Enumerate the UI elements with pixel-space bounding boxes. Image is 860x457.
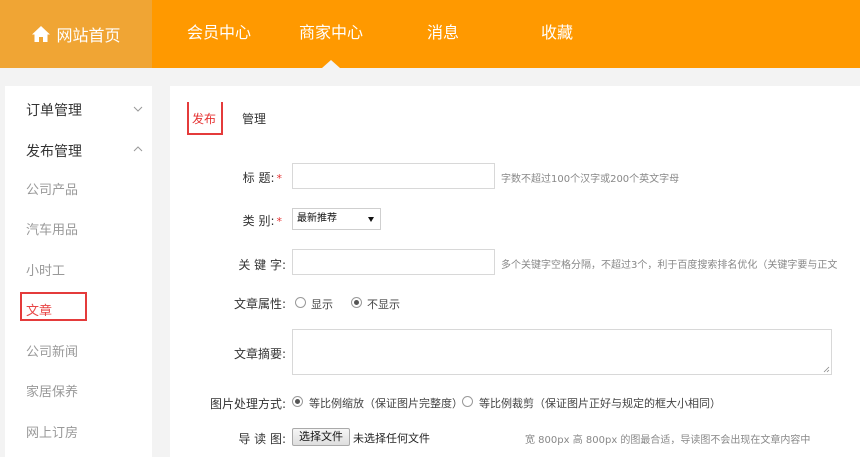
title-hint: 字数不超过100个汉字或200个英文字母 <box>501 174 680 185</box>
home-icon <box>32 26 51 42</box>
sidebar-group-orders[interactable]: 订单管理 <box>26 100 82 120</box>
tab-publish[interactable]: 发布 <box>192 110 216 127</box>
summary-label: 文章摘要: <box>233 347 286 361</box>
image-mode-scale-radio[interactable] <box>292 396 303 407</box>
thumbnail-hint: 宽 800px 高 800px 的图最合适，导读图不会出现在文章内容中 <box>525 435 811 446</box>
image-mode-label: 图片处理方式: <box>209 397 286 411</box>
title-label-text: 标 题: <box>242 171 275 185</box>
keywords-label: 关 键 字: <box>238 258 286 272</box>
image-mode-crop-label[interactable]: 等比例裁剪（保证图片正好与规定的框大小相同） <box>479 395 721 411</box>
sidebar-active-highlight <box>20 292 87 321</box>
thumbnail-label: 导 读 图: <box>238 432 286 446</box>
sidebar-item-auto-supplies[interactable]: 汽车用品 <box>26 219 78 238</box>
category-label-text: 类 别: <box>242 214 275 228</box>
attribute-show-radio[interactable] <box>295 297 306 308</box>
sidebar-item-company-news[interactable]: 公司新闻 <box>26 341 78 360</box>
nav-merchant-center[interactable]: 商家中心 <box>281 0 381 68</box>
sidebar-group-publish[interactable]: 发布管理 <box>26 141 82 161</box>
choose-file-button[interactable]: 选择文件 <box>292 428 350 446</box>
title-required-mark: * <box>276 172 283 185</box>
sidebar-item-company-products[interactable]: 公司产品 <box>26 179 78 198</box>
nav-home-label: 网站首页 <box>56 26 121 45</box>
keywords-hint: 多个关键字空格分隔，不超过3个，利于百度搜索排名优化（关键字要与正文 <box>501 260 838 271</box>
category-required-mark: * <box>276 215 283 228</box>
attribute-hide-label[interactable]: 不显示 <box>367 296 400 312</box>
sidebar: 订单管理 发布管理 公司产品 汽车用品 小时工 文章 公司新闻 家居保养 网上订… <box>5 86 152 457</box>
category-selected-value: 最新推荐 <box>297 213 337 224</box>
keywords-input[interactable] <box>292 249 495 275</box>
main-panel: 发布 管理 标 题: * 字数不超过100个汉字或200个英文字母 类 别: * 最… <box>170 86 860 457</box>
attribute-show-label[interactable]: 显示 <box>311 296 333 312</box>
category-select[interactable]: 最新推荐 <box>292 208 381 230</box>
nav-favorites[interactable]: 收藏 <box>507 0 607 68</box>
chevron-down-icon[interactable] <box>133 104 143 114</box>
sidebar-item-hotel-booking[interactable]: 网上订房 <box>26 422 78 441</box>
chevron-up-icon[interactable] <box>133 144 143 154</box>
attribute-hide-radio[interactable] <box>351 297 362 308</box>
attribute-label: 文章属性: <box>233 297 286 311</box>
top-nav-bar: 网站首页 会员中心 商家中心 消息 收藏 <box>0 0 860 68</box>
category-label: 类 别: * <box>210 212 282 229</box>
nav-messages[interactable]: 消息 <box>393 0 493 68</box>
sidebar-item-hourly-worker[interactable]: 小时工 <box>26 260 65 279</box>
nav-active-indicator <box>322 60 340 68</box>
file-status-text: 未选择任何文件 <box>353 432 430 445</box>
tab-manage[interactable]: 管理 <box>242 110 266 127</box>
title-label: 标 题: * <box>210 169 282 186</box>
resize-grip-icon[interactable] <box>823 366 830 373</box>
image-mode-crop-radio[interactable] <box>462 396 473 407</box>
image-mode-scale-label[interactable]: 等比例缩放（保证图片完整度） <box>309 395 463 411</box>
sidebar-item-home-care[interactable]: 家居保养 <box>26 381 78 400</box>
title-input[interactable] <box>292 163 495 189</box>
nav-home[interactable]: 网站首页 <box>0 0 152 68</box>
dropdown-caret-icon <box>368 217 374 222</box>
nav-member-center[interactable]: 会员中心 <box>169 0 269 68</box>
summary-textarea[interactable] <box>292 329 832 375</box>
